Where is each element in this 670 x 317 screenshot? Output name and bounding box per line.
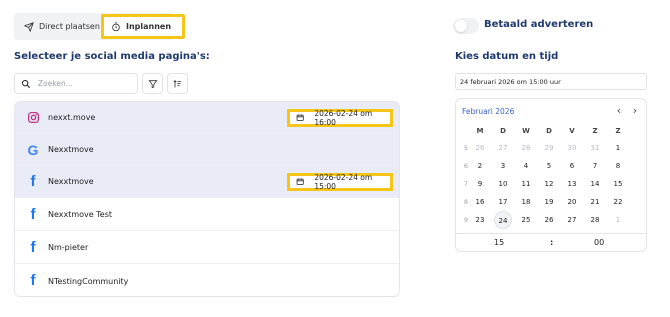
weekday-header: M [476,127,484,135]
page-name: Nexxtmove [48,177,94,186]
direct-post-label: Direct plaatsen [39,22,100,31]
calendar-icon [296,114,304,121]
facebook-icon: f [30,238,36,256]
calendar-day[interactable]: 9 [470,180,490,188]
page-row[interactable]: f Nexxtmove 2026-02-24 om 15:00 [15,166,399,198]
filter-button[interactable] [142,73,163,94]
calendar-day[interactable]: 30 [562,144,582,152]
facebook-icon: f [30,172,36,190]
schedule-value: 2026-02-24 om 16:00 [314,108,373,127]
calendar-month: Februari 2026 [462,107,515,116]
schedule-label: Inplannen [126,22,172,31]
toggle-knob [455,20,467,32]
page-name: Nm-pieter [48,243,89,252]
page-row[interactable]: f NTestingCommunity [15,265,399,296]
page-row[interactable]: G Nexxtmove [15,134,399,166]
google-icon: G [27,141,39,158]
facebook-icon: f [30,205,36,223]
calendar-day[interactable]: 12 [539,180,559,188]
time-separator: : [550,238,554,247]
weekday-header: V [569,127,575,135]
calendar-day[interactable]: 10 [493,180,513,188]
send-icon [24,21,34,32]
calendar-icon [296,178,304,185]
calendar-day[interactable]: 28 [516,144,536,152]
calendar-day[interactable]: 5 [539,162,559,170]
calendar-day[interactable]: 18 [516,198,536,206]
calendar-day[interactable]: 20 [562,198,582,206]
calendar-day[interactable]: 27 [562,216,582,224]
direct-post-button[interactable]: Direct plaatsen [24,13,100,40]
facebook-icon: f [30,272,36,289]
chevron-left-icon[interactable]: ‹ [613,104,625,117]
calendar-day[interactable]: 16 [470,198,490,206]
search-input[interactable] [38,79,128,88]
search-box [14,73,138,94]
calendar-day[interactable]: 17 [493,198,513,206]
hour-field[interactable]: 15 [494,238,504,247]
instagram-icon [26,111,40,125]
calendar-day[interactable]: 21 [585,198,605,206]
weekday-header: W [522,127,530,135]
calendar-day[interactable]: 8 [608,162,628,170]
calendar: Februari 2026 ‹ › M D W D V Z Z 5 26 27 28 29 30 31 1 6… [455,98,647,252]
pages-section-title: Selecteer je social media pagina's: [14,51,210,62]
schedule-button[interactable]: Inplannen [101,14,185,39]
page-row[interactable]: f Nm-pieter [15,232,399,264]
weekday-header: D [500,127,506,135]
calendar-day[interactable]: 25 [516,216,536,224]
calendar-day[interactable]: 27 [493,144,513,152]
search-icon [21,79,31,88]
mode-toggle-group: Direct plaatsen Inplannen [14,13,185,40]
page-name: Nexxtmove Test [48,210,113,219]
page-name: Nexxtmove [48,145,94,154]
calendar-day[interactable]: 23 [470,216,490,224]
page-list: nexxt.move 2026-02-24 om 16:00 G Nexxtmo… [14,101,400,297]
page-row[interactable]: f Nexxtmove Test [15,199,399,231]
time-picker: 15 : 00 [456,233,646,251]
page-name: NTestingCommunity [48,276,129,286]
sort-icon [173,79,182,87]
page-row[interactable]: nexxt.move 2026-02-24 om 16:00 [15,102,399,134]
calendar-day[interactable]: 6 [562,162,582,170]
chevron-right-icon[interactable]: › [629,104,641,117]
datetime-input[interactable]: 24 februari 2026 om 15:00 uur [455,73,647,90]
calendar-day[interactable]: 2 [470,162,490,170]
calendar-day[interactable]: 19 [539,198,559,206]
calendar-day[interactable]: 15 [608,180,628,188]
timer-icon [112,21,120,31]
page-name: nexxt.move [48,113,96,122]
schedule-value: 2026-02-24 om 15:00 [314,172,373,191]
paid-advertising-toggle[interactable] [453,18,479,34]
calendar-day[interactable]: 3 [493,162,513,170]
filter-icon [147,79,158,88]
calendar-day[interactable]: 29 [539,144,559,152]
calendar-day[interactable]: 1 [608,216,628,224]
weekday-header: D [546,127,552,135]
calendar-day[interactable]: 28 [585,216,605,224]
calendar-day[interactable]: 13 [562,180,582,188]
weekday-header: Z [592,127,598,135]
calendar-day[interactable]: 14 [585,180,605,188]
calendar-day[interactable]: 7 [585,162,605,170]
calendar-day[interactable]: 1 [608,144,628,152]
calendar-day[interactable]: 31 [585,144,605,152]
calendar-day[interactable]: 11 [516,180,536,188]
schedule-field[interactable]: 2026-02-24 om 15:00 [287,172,393,191]
selected-day[interactable]: 24 [494,211,512,229]
schedule-field[interactable]: 2026-02-24 om 16:00 [287,108,393,127]
paid-advertising-label: Betaald adverteren [484,19,594,30]
calendar-day[interactable]: 4 [516,162,536,170]
minute-field[interactable]: 00 [594,238,604,247]
calendar-day[interactable]: 26 [539,216,559,224]
calendar-day[interactable]: 22 [608,198,628,206]
sort-button[interactable] [167,73,188,94]
calendar-day[interactable]: 26 [470,144,490,152]
datetime-section-title: Kies datum en tijd [455,51,559,62]
weekday-header: Z [615,127,621,135]
